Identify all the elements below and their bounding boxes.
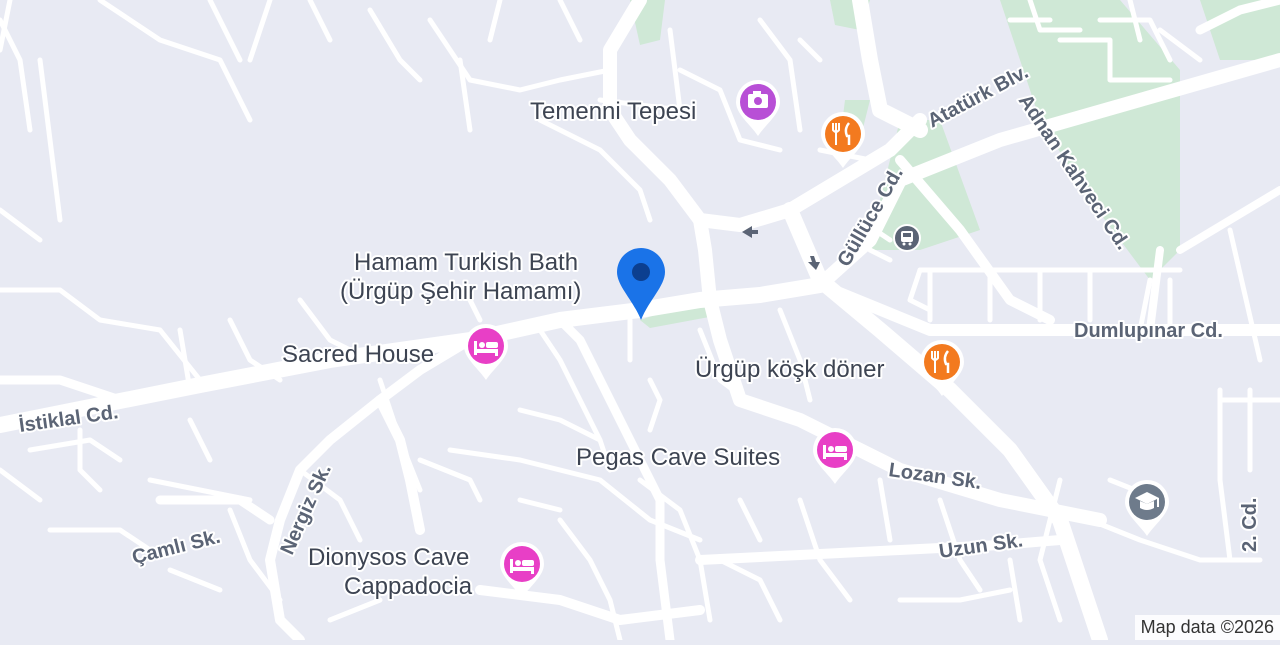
poi-label-dionysos-line2: Cappadocia	[344, 573, 473, 600]
poi-sacred-house[interactable]: Sacred House	[282, 324, 508, 380]
road-label-2-cd: 2. Cd.	[1239, 498, 1261, 552]
map-attribution: Map data ©2026	[1135, 615, 1280, 640]
camera-icon	[736, 80, 780, 136]
road-label-ataturk: Atatürk Blv.	[924, 61, 1032, 132]
map-canvas[interactable]: İstiklal Cd. Atatürk Blv. Adnan Kahveci …	[0, 0, 1280, 640]
poi-label-kosk: Ürgüp köşk döner	[695, 356, 884, 383]
map-svg: İstiklal Cd. Atatürk Blv. Adnan Kahveci …	[0, 0, 1280, 640]
road-label-camli: Çamlı Sk.	[130, 526, 223, 569]
poi-temenni-tepesi[interactable]: Temenni Tepesi	[530, 80, 780, 136]
bed-icon	[464, 324, 508, 380]
road-label-dumlupinar: Dumlupınar Cd.	[1074, 320, 1223, 342]
poi-bus-stop[interactable]	[893, 224, 921, 252]
poi-label-pegas: Pegas Cave Suites	[576, 444, 780, 471]
bus-icon	[893, 224, 921, 252]
poi-label-temenni: Temenni Tepesi	[530, 98, 696, 125]
bed-icon	[813, 428, 857, 484]
poi-label-dionysos-line1: Dionysos Cave	[308, 544, 469, 571]
poi-label-hamam-line2: (Ürgüp Şehir Hamamı)	[340, 278, 581, 305]
road-label-lozan: Lozan Sk.	[887, 459, 983, 494]
graduation-cap-icon	[1125, 480, 1169, 536]
poi-school[interactable]	[1125, 480, 1169, 536]
poi-label-hamam-line1: Hamam Turkish Bath	[354, 249, 578, 276]
poi-label-sacred-house: Sacred House	[282, 341, 434, 368]
poi-pegas-cave-suites[interactable]: Pegas Cave Suites	[576, 428, 857, 484]
